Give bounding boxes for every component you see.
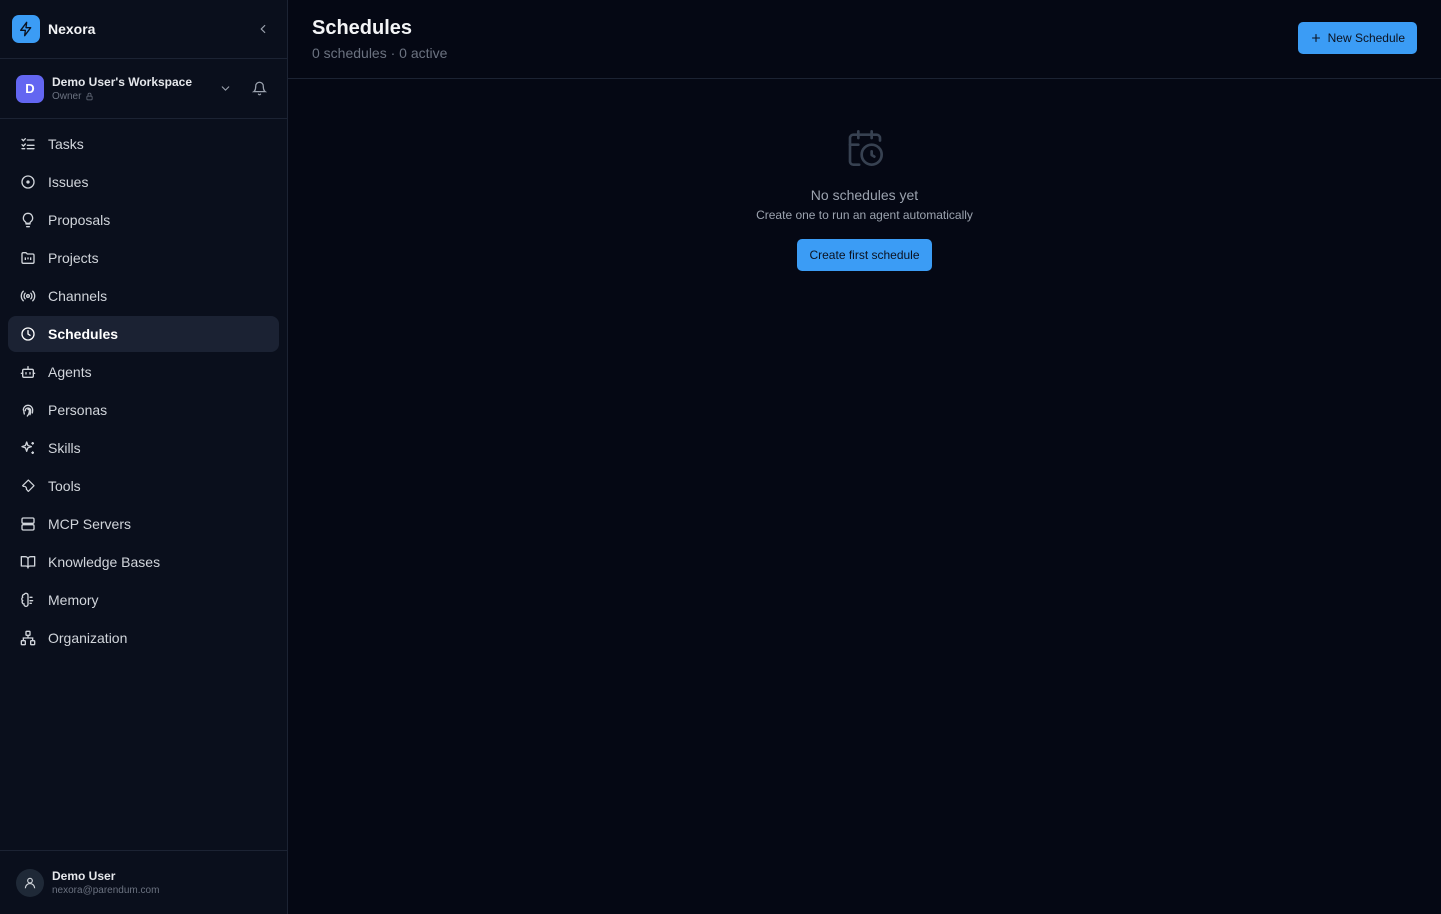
sidebar-item-proposals[interactable]: Proposals [8,202,279,238]
empty-state: No schedules yet Create one to run an ag… [288,128,1441,271]
empty-subtitle: Create one to run an agent automatically [756,208,973,222]
brand-header: Nexora [0,0,287,59]
sidebar-item-schedules[interactable]: Schedules [8,316,279,352]
collapse-sidebar-button[interactable] [251,17,275,41]
plus-icon [1311,33,1320,43]
sidebar-item-skills[interactable]: Skills [8,430,279,466]
workspace-dropdown-button[interactable] [213,77,237,101]
chevron-left-icon [260,24,266,34]
server-icon [20,516,36,532]
workspace-avatar: D [16,74,44,103]
user-profile[interactable]: Demo User nexora@parendum.com [0,850,287,914]
sidebar-item-label: Channels [48,288,108,304]
sidebar-item-label: Organization [48,630,128,646]
workspace-role: Owner [52,90,192,103]
sidebar-item-label: Issues [48,174,89,190]
page-subtitle: 0 schedules · 0 active [312,45,448,61]
page-header: Schedules 0 schedules · 0 active New Sch… [288,0,1441,79]
new-schedule-label: New Schedule [1327,31,1405,45]
sidebar-item-memory[interactable]: Memory [8,582,279,618]
sidebar-item-knowledge-bases[interactable]: Knowledge Bases [8,544,279,580]
tasks-icon [20,136,36,152]
page-title: Schedules [312,17,413,39]
sidebar-item-agents[interactable]: Agents [8,354,279,390]
sidebar-item-organization[interactable]: Organization [8,620,279,656]
sidebar-item-tasks[interactable]: Tasks [8,126,279,162]
lightbulb-icon [20,212,36,228]
brand-name: Nexora [48,21,96,37]
sparkles-icon [20,440,36,456]
sidebar-item-personas[interactable]: Personas [8,392,279,428]
workspace-switcher[interactable]: D Demo User's Workspace Owner [0,59,287,119]
lightning-icon [12,15,40,43]
main-content: Schedules 0 schedules · 0 active New Sch… [288,0,1441,914]
workspace-role-label: Owner [52,91,82,102]
empty-title: No schedules yet [810,187,919,203]
sidebar-item-label: Knowledge Bases [48,554,161,570]
sidebar-item-projects[interactable]: Projects [8,240,279,276]
user-name: Demo User [52,868,116,883]
notifications-button[interactable] [247,77,271,101]
chevron-down-icon [221,86,229,91]
sidebar: Nexora D Demo User's Workspace Owner Tas… [0,0,288,914]
user-icon [24,877,36,888]
clock-icon [20,326,36,342]
sidebar-item-issues[interactable]: Issues [8,164,279,200]
sidebar-item-label: Memory [48,592,99,608]
sidebar-item-label: Tasks [48,136,84,152]
folder-icon [20,250,36,266]
sidebar-item-channels[interactable]: Channels [8,278,279,314]
lock-icon [86,92,93,101]
user-email: nexora@parendum.com [52,884,160,896]
sidebar-item-mcp-servers[interactable]: MCP Servers [8,506,279,542]
create-first-schedule-button[interactable]: Create first schedule [797,239,932,271]
wrench-icon [20,478,36,494]
network-icon [20,630,36,646]
sidebar-item-tools[interactable]: Tools [8,468,279,504]
fingerprint-icon [20,402,36,418]
sidebar-item-label: Projects [48,250,99,266]
sidebar-item-label: Agents [48,364,92,380]
sidebar-item-label: Skills [48,440,81,456]
sidebar-item-label: Personas [48,402,108,418]
calendar-clock-icon [848,130,883,167]
bell-icon [251,81,267,96]
bot-icon [20,364,36,380]
sidebar-item-label: MCP Servers [48,516,131,532]
circle-dot-icon [20,174,36,190]
avatar [16,868,44,897]
workspace-name: Demo User's Workspace [52,75,193,89]
book-icon [20,554,36,570]
brain-icon [20,592,36,608]
radio-icon [20,288,36,304]
new-schedule-button[interactable]: New Schedule [1297,22,1417,54]
sidebar-item-label: Proposals [48,212,111,228]
sidebar-item-label: Tools [48,478,81,494]
sidebar-nav: Tasks Issues Proposals Projects Channels… [0,119,287,665]
sidebar-item-label: Schedules [48,326,119,342]
